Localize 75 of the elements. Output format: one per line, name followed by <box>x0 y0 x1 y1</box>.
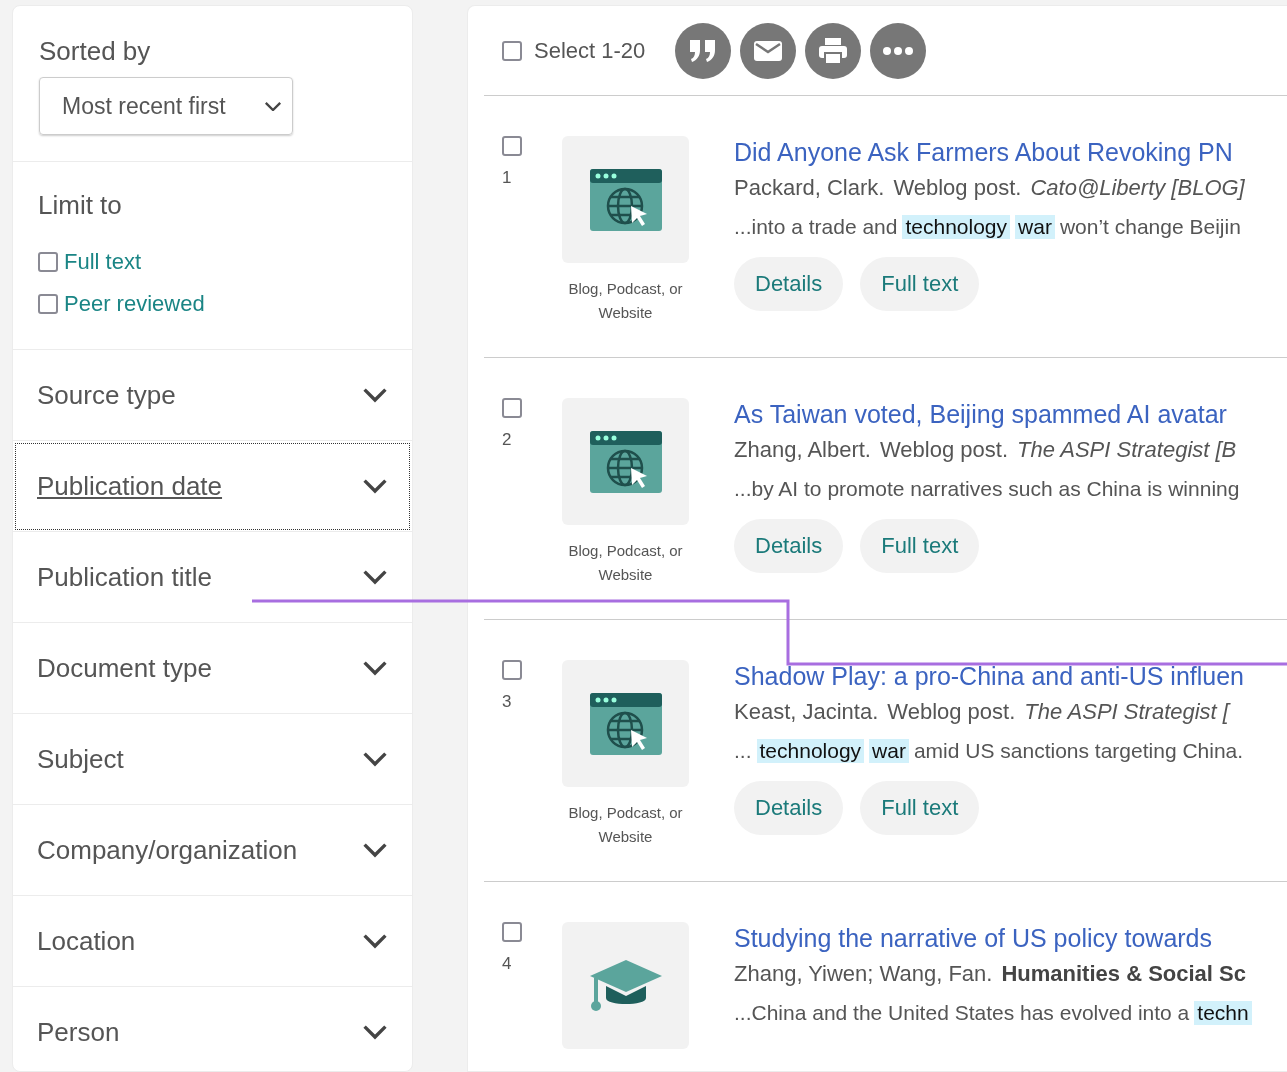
facet-header[interactable]: Company/organization <box>13 805 412 896</box>
result-number: 3 <box>502 692 513 712</box>
highlighted-term: technology <box>756 739 865 763</box>
select-all-checkbox[interactable] <box>502 40 522 61</box>
source-type-label: Blog, Podcast, or Website <box>567 803 684 847</box>
snippet-text: amid US sanctions targeting China. <box>913 739 1244 763</box>
result-number: 4 <box>502 954 513 974</box>
chevron-down-icon <box>362 569 388 585</box>
publication-text: Humanities & Social Sc <box>1001 961 1246 987</box>
document-type-text: Weblog post. <box>887 699 1016 725</box>
snippet-text: ...into a trade and <box>734 215 898 239</box>
checkbox[interactable] <box>38 294 58 314</box>
snippet-text: ...China and the United States has evolved into a <box>734 1001 1190 1025</box>
mail-icon <box>754 40 783 61</box>
highlighted-term: technology <box>902 215 1011 239</box>
checkbox[interactable] <box>38 252 58 272</box>
chevron-down-icon <box>264 100 282 112</box>
highlighted-term: war <box>1015 215 1055 239</box>
document-type-text: Weblog post. <box>880 437 1008 463</box>
result-title-link[interactable]: Shadow Play: a pro-China and anti-US influen <box>734 662 1245 691</box>
chevron-down-icon <box>362 933 388 949</box>
facet-header[interactable]: Document type <box>13 623 412 714</box>
result-checkbox[interactable] <box>502 398 522 418</box>
result-action-button[interactable]: Full text <box>860 257 980 311</box>
publication-text: The ASPI Strategist [ <box>1024 699 1229 725</box>
sort-label: Sorted by <box>39 36 152 67</box>
snippet-text: ... <box>734 739 752 763</box>
highlighted-term: war <box>869 739 909 763</box>
snippet-text: won’t change Beijin <box>1059 215 1241 239</box>
result-action-button[interactable]: Full text <box>860 519 980 573</box>
facet-header[interactable]: Publication title <box>13 532 412 623</box>
result-checkbox[interactable] <box>502 922 522 942</box>
author-text: Zhang, Yiwen; Wang, Fan. <box>734 961 993 987</box>
chevron-down-icon <box>362 751 388 767</box>
result-action-button[interactable]: Full text <box>860 781 980 835</box>
sort-select[interactable]: Most recent first <box>39 77 293 135</box>
chevron-down-icon <box>362 387 388 403</box>
result-checkbox[interactable] <box>502 660 522 680</box>
result-title-link[interactable]: Did Anyone Ask Farmers About Revoking PN <box>734 138 1245 167</box>
facet-header[interactable]: Source type <box>13 350 412 441</box>
result-title-link[interactable]: As Taiwan voted, Beijing spammed AI avatar <box>734 400 1240 429</box>
author-text: Keast, Jacinta. <box>734 699 879 725</box>
filter-label[interactable]: Peer reviewed <box>64 291 205 317</box>
result-action-button[interactable]: Details <box>734 519 844 573</box>
author-text: Packard, Clark. <box>734 175 885 201</box>
result-checkbox[interactable] <box>502 136 522 156</box>
chevron-down-icon <box>362 842 388 858</box>
select-label: Select 1-20 <box>534 37 646 64</box>
print-icon <box>819 37 848 64</box>
filter-label[interactable]: Full text <box>64 249 142 275</box>
publication-text: The ASPI Strategist [B <box>1017 437 1237 463</box>
result-number: 2 <box>502 430 513 450</box>
document-type-text: Weblog post. <box>893 175 1022 201</box>
facet-header[interactable]: Location <box>13 896 412 987</box>
more-icon <box>883 46 914 55</box>
web-page-globe-icon <box>588 429 663 494</box>
highlighted-term: techn <box>1194 1001 1252 1025</box>
source-type-label: Blog, Podcast, or Website <box>567 279 684 323</box>
result-action-button[interactable]: Details <box>734 257 844 311</box>
result-number: 1 <box>502 168 513 188</box>
chevron-down-icon <box>362 478 388 494</box>
facet-header[interactable]: Subject <box>13 714 412 805</box>
chevron-down-icon <box>362 1024 388 1040</box>
result-action-button[interactable]: Details <box>734 781 844 835</box>
author-text: Zhang, Albert. <box>734 437 871 463</box>
snippet-text: ...by AI to promote narratives such as China is winning <box>734 477 1240 501</box>
facet-header[interactable]: Publication date <box>13 441 412 532</box>
limit-heading: Limit to <box>38 190 123 221</box>
chevron-down-icon <box>362 660 388 676</box>
facet-header[interactable]: Person <box>13 987 412 1072</box>
publication-text: Cato@Liberty [BLOG] <box>1030 175 1245 201</box>
web-page-globe-icon <box>588 691 663 756</box>
result-title-link[interactable]: Studying the narrative of US policy towards <box>734 924 1252 953</box>
web-page-globe-icon <box>588 167 663 232</box>
source-type-label: Blog, Podcast, or Website <box>567 541 684 585</box>
